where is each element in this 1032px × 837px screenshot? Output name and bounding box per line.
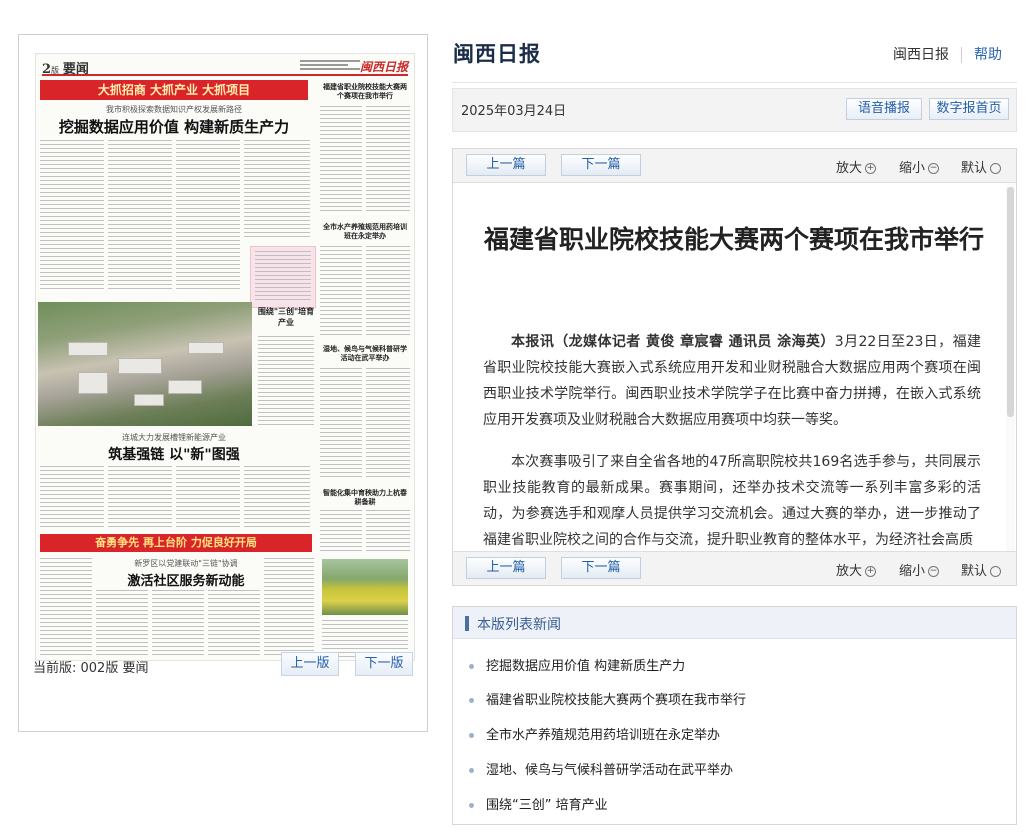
photo-caption-title: 围绕"三创"培育产业 <box>257 306 315 327</box>
zoom-in-control[interactable]: 放大 + <box>836 157 877 176</box>
scrollbar-thumb[interactable] <box>1007 187 1014 417</box>
article-toolbar-top: 上一篇 下一篇 放大 + 缩小 − 默认 <box>453 149 1016 183</box>
top-nav: 闽西日报 帮助 <box>893 44 1002 64</box>
top-banner: 大抓招商 大抓产业 大抓项目 <box>40 80 308 100</box>
zoom-default-control[interactable]: 默认 <box>961 157 1002 176</box>
nav-divider <box>961 47 962 63</box>
header-divider <box>452 82 1017 83</box>
list-item[interactable]: 湿地、候鸟与气候科普研学活动在武平举办 <box>469 759 733 778</box>
newspaper-page-image[interactable]: 2版 要闻 闽西日报 大抓招商 大抓产业 大抓项目 我市积极探索数据知识产权发展… <box>35 53 415 661</box>
bottom-banner: 奋勇争先 再上台阶 力促良好开局 <box>40 534 312 552</box>
article-paragraph-1: 本报讯（龙媒体记者 黄俊 章宸睿 通讯员 涂海英）3月22日至23日，福建省职业… <box>483 334 981 428</box>
circle-icon <box>990 163 1002 174</box>
heading-bar-icon <box>465 616 469 631</box>
campus-aerial-photo <box>38 302 252 426</box>
bullet-icon <box>469 768 474 773</box>
issue-date: 2025年03月24日 <box>461 104 567 119</box>
newspaper-preview-panel: 2版 要闻 闽西日报 大抓招商 大抓产业 大抓项目 我市积极探索数据知识产权发展… <box>18 34 428 732</box>
minus-circle-icon: − <box>928 163 940 174</box>
text-column <box>108 140 172 290</box>
nav-home-link[interactable]: 闽西日报 <box>893 47 949 63</box>
bullet-icon <box>469 698 474 703</box>
article-byline: 本报讯（龙媒体记者 黄俊 章宸睿 通讯员 涂海英） <box>511 334 835 350</box>
zoom-default-control-bottom[interactable]: 默认 <box>961 560 1002 579</box>
side-headline-1[interactable]: 福建省职业院校技能大赛两个赛项在我市举行 <box>320 82 410 100</box>
plus-circle-icon: + <box>865 566 877 577</box>
lead-subtitle: 我市积极探索数据知识产权发展新路径 <box>106 105 242 114</box>
page-section: 要闻 <box>62 62 89 77</box>
lead-title[interactable]: 挖掘数据应用价值 构建新质生产力 <box>40 116 308 137</box>
plus-circle-icon: + <box>865 163 877 174</box>
prev-article-button[interactable]: 上一篇 <box>466 154 546 176</box>
mid-subtitle: 连城大力发展槽锂新能源产业 <box>122 433 226 442</box>
list-item[interactable]: 围绕“三创” 培育产业 <box>469 794 608 813</box>
article-paragraph-2: 本次赛事吸引了来自全省各地的47所高职院校共169名选手参与，共同展示职业技能教… <box>483 454 981 548</box>
bullet-icon <box>469 664 474 669</box>
news-list-header: 本版列表新闻 <box>453 607 1016 639</box>
list-item[interactable]: 福建省职业院校技能大赛两个赛项在我市举行 <box>469 689 746 708</box>
zoom-out-control[interactable]: 缩小 − <box>899 157 940 176</box>
date-bar: 2025年03月24日 语音播报 数字报首页 <box>452 88 1017 132</box>
bullet-icon <box>469 803 474 808</box>
minus-circle-icon: − <box>928 566 940 577</box>
digital-home-button[interactable]: 数字报首页 <box>929 98 1009 120</box>
site-title: 闽西日报 <box>453 42 541 66</box>
text-column <box>176 140 240 290</box>
list-item[interactable]: 挖掘数据应用价值 构建新质生产力 <box>469 655 685 674</box>
voice-broadcast-button[interactable]: 语音播报 <box>846 98 922 120</box>
masthead-logo: 闽西日报 <box>359 60 408 74</box>
rapeseed-field-photo <box>322 559 408 615</box>
info-box <box>250 246 316 308</box>
next-page-button[interactable]: 下一版 <box>355 652 413 676</box>
side-headline-4[interactable]: 智能化集中育秧助力上杭春耕备耕 <box>320 488 410 506</box>
prev-page-button[interactable]: 上一版 <box>281 652 339 676</box>
nav-help-link[interactable]: 帮助 <box>974 47 1002 63</box>
page-header: 2版 要闻 闽西日报 <box>42 58 408 77</box>
article-body[interactable]: 福建省职业院校技能大赛两个赛项在我市举行 本报讯（龙媒体记者 黄俊 章宸睿 通讯… <box>453 183 1016 551</box>
current-page-label: 当前版: 002版 要闻 <box>33 661 149 676</box>
text-column <box>40 140 104 290</box>
text-column <box>244 140 310 240</box>
circle-icon <box>990 566 1002 577</box>
side-headline-3[interactable]: 湿地、候鸟与气候科普研学活动在武平举办 <box>320 344 410 362</box>
article-viewer: 上一篇 下一篇 放大 + 缩小 − 默认 福建省职业院校技能大赛两个赛项在我市举行 … <box>452 148 1017 586</box>
side-headline-2[interactable]: 全市水产养殖规范用药培训班在永定举办 <box>320 222 410 240</box>
page-news-list: 本版列表新闻 挖掘数据应用价值 构建新质生产力 福建省职业院校技能大赛两个赛项在… <box>452 606 1017 825</box>
next-article-button[interactable]: 下一篇 <box>561 154 641 176</box>
page-unit: 版 <box>51 66 60 75</box>
article-title: 福建省职业院校技能大赛两个赛项在我市举行 <box>483 225 984 254</box>
zoom-out-control-bottom[interactable]: 缩小 − <box>899 560 940 579</box>
next-article-button-bottom[interactable]: 下一篇 <box>561 557 641 579</box>
page-meta-lines <box>300 60 360 70</box>
article-toolbar-bottom: 上一篇 下一篇 放大 + 缩小 − 默认 <box>453 551 1016 585</box>
list-item[interactable]: 全市水产养殖规范用药培训班在永定举办 <box>469 724 720 743</box>
bullet-icon <box>469 733 474 738</box>
mid-title[interactable]: 筑基强链 以"新"图强 <box>40 444 308 464</box>
lower-subtitle: 新罗区以党建联动"三链"协调 <box>134 559 238 568</box>
prev-article-button-bottom[interactable]: 上一篇 <box>466 557 546 579</box>
page-number: 2 <box>42 62 52 77</box>
zoom-in-control-bottom[interactable]: 放大 + <box>836 560 877 579</box>
lower-title[interactable]: 激活社区服务新动能 <box>96 570 276 589</box>
news-list-heading: 本版列表新闻 <box>477 617 561 633</box>
